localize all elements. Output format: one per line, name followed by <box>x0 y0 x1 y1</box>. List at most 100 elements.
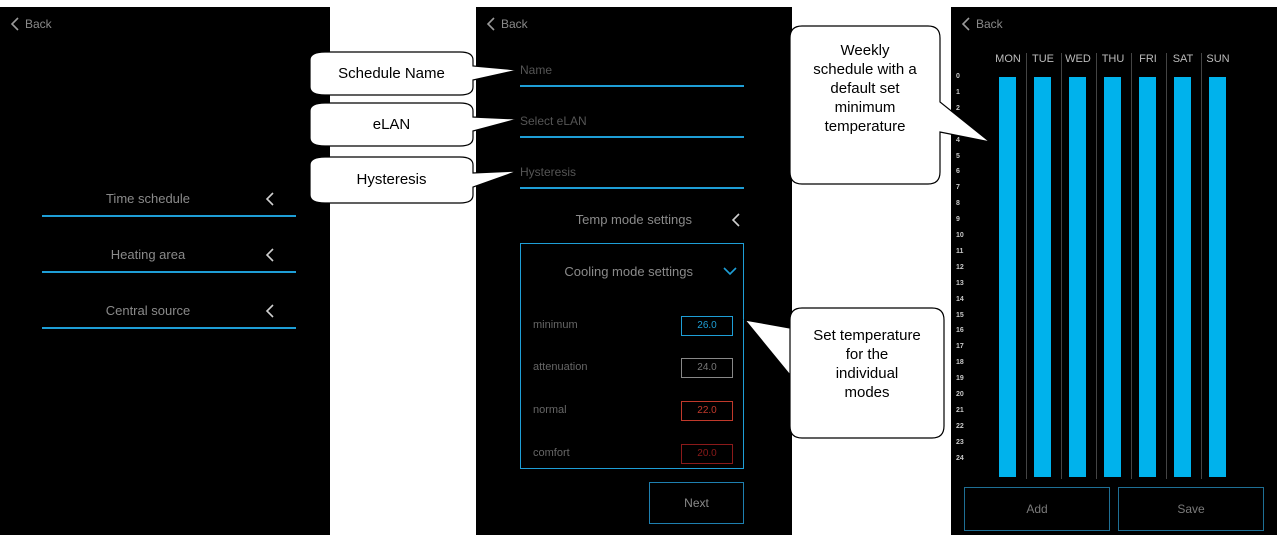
elan-select[interactable]: Select eLAN <box>520 110 744 138</box>
back-label: Back <box>25 17 52 31</box>
callout-line: modes <box>844 384 890 401</box>
hysteresis-field[interactable]: Hysteresis <box>520 161 744 189</box>
hour-label: 11 <box>956 247 964 255</box>
schedule-bar-wed[interactable] <box>1069 77 1086 477</box>
mode-label: normal <box>533 404 567 416</box>
temp-mode-settings[interactable]: Temp mode settings <box>520 208 744 232</box>
day-header-mon: MON <box>995 53 1021 65</box>
callout-text-hysteresis: Hysteresis <box>356 171 427 188</box>
next-label: Next <box>684 496 709 510</box>
name-field[interactable]: Name <box>520 59 744 87</box>
chevron-left-icon <box>265 304 274 318</box>
schedule-bar-mon[interactable] <box>999 77 1016 477</box>
hour-label: 12 <box>956 263 964 271</box>
day-separator <box>1026 53 1027 479</box>
mode-value-input[interactable]: 24.0 <box>681 358 733 378</box>
mode-label: minimum <box>533 319 578 331</box>
mode-row-minimum: minimum 26.0 <box>533 316 733 336</box>
mode-row-attenuation: attenuation 24.0 <box>533 358 733 378</box>
hour-label: 16 <box>956 327 964 335</box>
callout-line: temperature <box>824 118 906 135</box>
mode-row-normal: normal 22.0 <box>533 401 733 421</box>
chevron-left-icon <box>265 192 274 206</box>
menu-item-label: Heating area <box>110 247 186 262</box>
hour-label: 3 <box>956 120 960 128</box>
callout-text-schedule-name: Schedule Name <box>338 65 445 82</box>
chevron-left-icon <box>265 248 274 262</box>
day-header-thu: THU <box>1101 53 1125 65</box>
day-separator <box>1131 53 1132 479</box>
add-button[interactable]: Add <box>964 487 1110 531</box>
day-header-sun: SUN <box>1206 53 1230 65</box>
day-separator <box>1096 53 1097 479</box>
day-separator <box>1201 53 1202 479</box>
callout-line: for the <box>845 346 889 363</box>
schedule-bar-thu[interactable] <box>1104 77 1121 477</box>
hour-label: 14 <box>956 295 964 303</box>
mode-value-input[interactable]: 26.0 <box>681 316 733 336</box>
name-placeholder: Name <box>520 63 553 77</box>
hour-label: 18 <box>956 359 964 367</box>
hour-label: 8 <box>956 200 960 208</box>
callout-line: individual <box>835 365 899 382</box>
cooling-mode-label: Cooling mode settings <box>564 264 693 279</box>
day-header-sat: SAT <box>1172 53 1194 65</box>
back-label: Back <box>501 17 528 31</box>
menu-item-label: Central source <box>105 303 191 318</box>
cooling-mode-panel: Cooling mode settings minimum 26.0 atten… <box>520 243 744 469</box>
callout-text-set-temperature: Set temperature for the individual modes <box>790 326 944 402</box>
day-separator <box>1166 53 1167 479</box>
hour-label: 0 <box>956 73 960 80</box>
menu-item-label: Time schedule <box>105 191 191 206</box>
hour-label: 10 <box>956 232 964 239</box>
callout-line: Weekly <box>840 42 890 59</box>
chevron-down-icon <box>723 267 737 276</box>
hour-label: 24 <box>956 454 964 462</box>
schedule-bar-fri[interactable] <box>1139 77 1156 477</box>
schedule-bar-tue[interactable] <box>1034 77 1051 477</box>
callout-line: default set <box>830 80 900 97</box>
mode-label: attenuation <box>533 361 588 373</box>
hour-label: 15 <box>956 311 964 319</box>
callout-line: schedule with a <box>813 61 917 78</box>
hour-label: 1 <box>956 88 960 96</box>
hour-label: 21 <box>956 406 964 414</box>
mode-value-input[interactable]: 22.0 <box>681 401 733 421</box>
cooling-mode-header[interactable]: Cooling mode settings <box>521 262 745 284</box>
save-label: Save <box>1177 502 1205 516</box>
temp-mode-label: Temp mode settings <box>575 212 692 227</box>
mode-value-input[interactable]: 20.0 <box>681 444 733 464</box>
callout-line: minimum <box>834 99 896 116</box>
hour-label: 2 <box>956 104 960 112</box>
mode-row-comfort: comfort 20.0 <box>533 444 733 464</box>
day-header-fri: FRI <box>1139 53 1157 65</box>
menu-item-time-schedule[interactable]: Time schedule <box>42 187 296 217</box>
callout-line: Set temperature <box>813 327 921 344</box>
hour-label: 7 <box>956 184 960 192</box>
back-button[interactable]: Back <box>961 17 1003 31</box>
hour-label: 4 <box>956 136 960 144</box>
save-button[interactable]: Save <box>1118 487 1264 531</box>
screen-schedule-settings: Back Name Select eLAN Hysteresis Temp mo… <box>476 7 792 535</box>
back-button[interactable]: Back <box>486 17 528 31</box>
hour-label: 19 <box>956 375 964 383</box>
callout-text-elan: eLAN <box>372 116 411 133</box>
screen-main-menu: Back Time schedule Heating area Central … <box>0 7 330 535</box>
mode-label: comfort <box>533 447 570 459</box>
hour-label: 23 <box>956 438 964 446</box>
menu-item-central-source[interactable]: Central source <box>42 299 296 329</box>
hour-label: 6 <box>956 168 960 176</box>
screen-weekly-schedule: Back MON TUE WED THU FRI SAT SUN 0123456… <box>951 7 1277 535</box>
hour-label: 13 <box>956 279 964 287</box>
next-button[interactable]: Next <box>649 482 744 524</box>
chevron-left-icon <box>731 213 740 227</box>
menu-item-heating-area[interactable]: Heating area <box>42 243 296 273</box>
callout-text-weekly: Weekly schedule with a default set minim… <box>790 41 940 136</box>
schedule-bar-sat[interactable] <box>1174 77 1191 477</box>
day-header-tue: TUE <box>1032 53 1054 65</box>
hour-label: 9 <box>956 216 960 224</box>
back-button[interactable]: Back <box>10 17 52 31</box>
elan-placeholder: Select eLAN <box>520 114 587 128</box>
chevron-left-icon <box>10 17 19 31</box>
schedule-bar-sun[interactable] <box>1209 77 1226 477</box>
